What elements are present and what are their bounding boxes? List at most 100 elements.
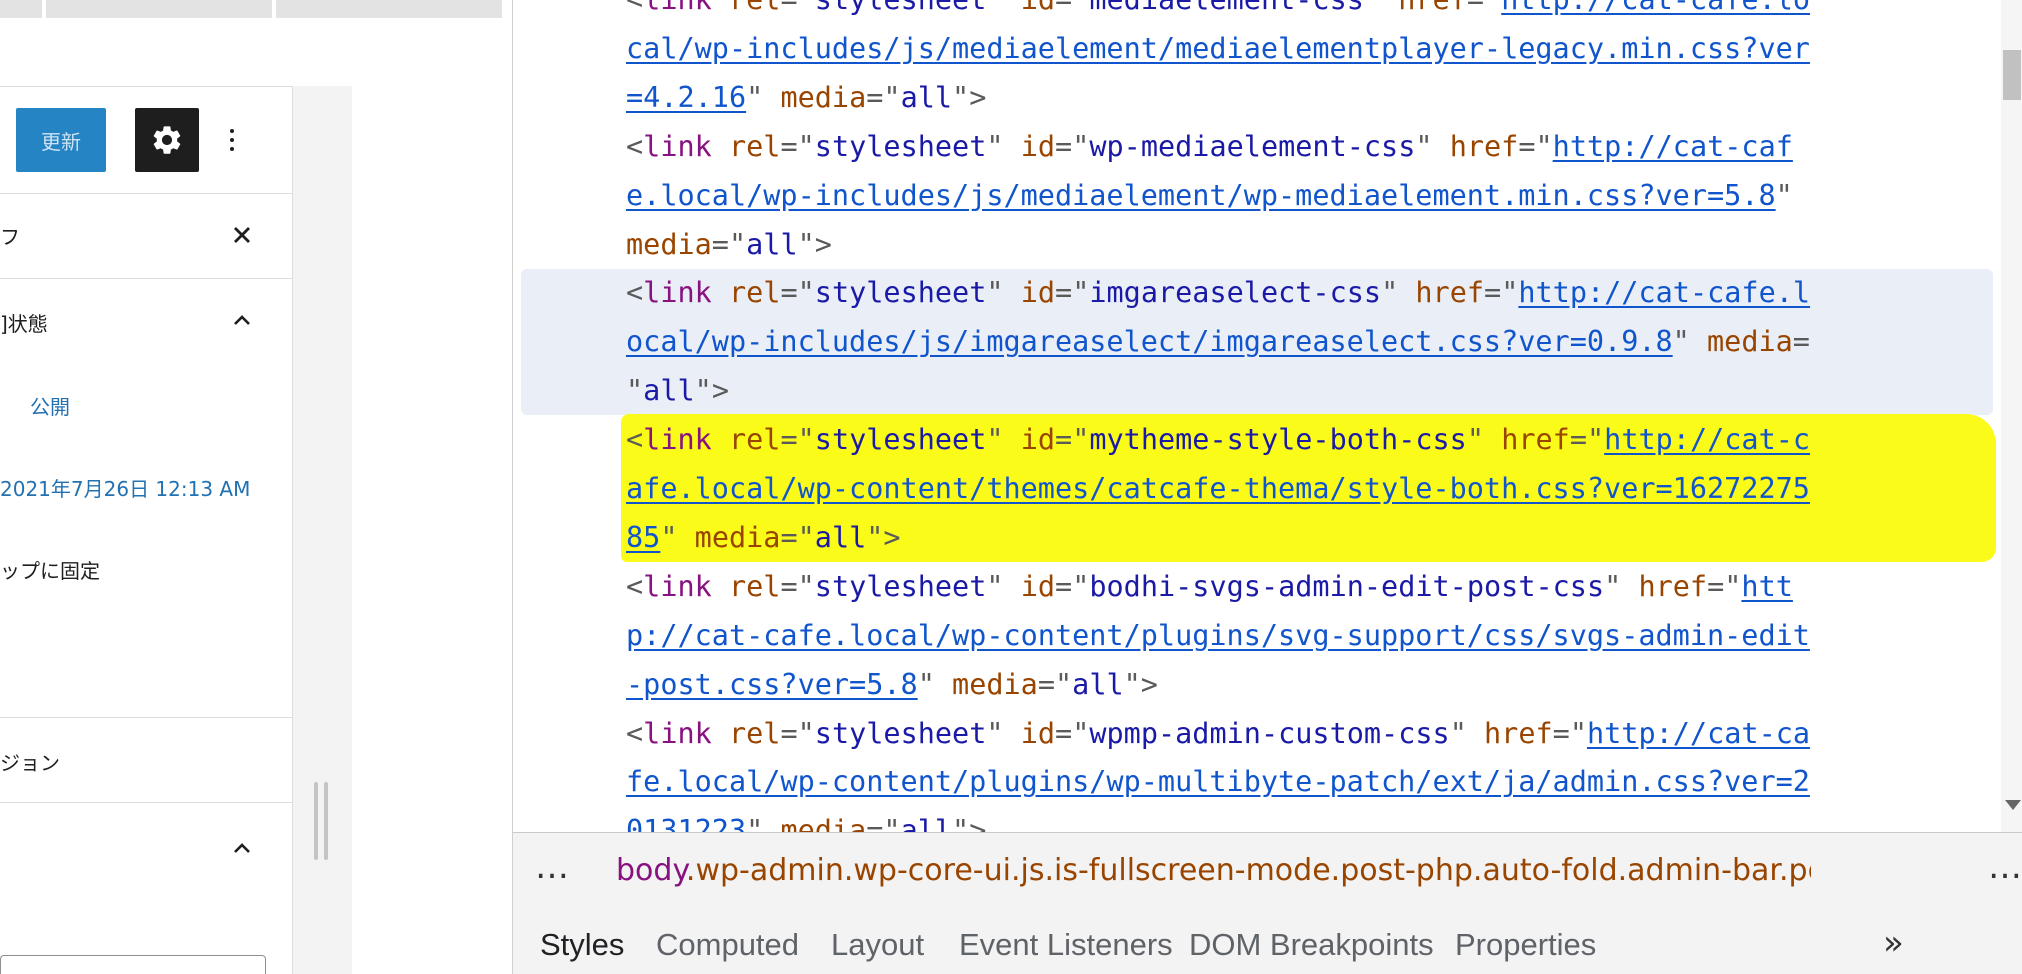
code-token: " (1604, 569, 1622, 603)
chevron-up-icon[interactable] (230, 309, 254, 333)
breadcrumb-overflow-right[interactable]: … (1988, 847, 2022, 887)
code-link-segment[interactable]: ocal/wp-includes/js/imgareaselect/imgare… (626, 325, 1673, 358)
code-token: " (986, 423, 1004, 457)
settings-button[interactable] (135, 108, 199, 172)
dom-code-line[interactable]: "all"> (626, 367, 729, 415)
sticky-checkbox-label[interactable]: ップに固定 (0, 555, 100, 584)
chevron-up-icon[interactable] (230, 837, 254, 861)
dom-code-line[interactable]: <link rel="stylesheet" id="mytheme-style… (626, 416, 1810, 464)
code-token: id (1003, 129, 1056, 163)
tab-properties[interactable]: Properties (1455, 927, 1596, 963)
code-token: " (1466, 423, 1485, 457)
code-token: =" (1055, 276, 1090, 310)
code-link-segment[interactable]: afe.local/wp-content/themes/catcafe-them… (626, 472, 1810, 505)
code-token: media (626, 227, 712, 261)
elements-dom-tree[interactable]: <link rel="stylesheet" id="mediaelement-… (513, 0, 2001, 832)
vertical-scrollbar[interactable] (2001, 0, 2022, 832)
breadcrumb-tag: body (616, 853, 686, 888)
code-token: id (1003, 716, 1056, 750)
dom-code-line[interactable]: afe.local/wp-content/themes/catcafe-them… (626, 465, 1810, 513)
code-token: " (986, 716, 1004, 750)
code-link-segment[interactable]: htt (1741, 570, 1792, 603)
code-token: link (643, 0, 712, 16)
code-link-segment[interactable]: http://cat-cafe.l (1518, 276, 1810, 309)
code-link-segment[interactable]: fe.local/wp-content/plugins/wp-multibyte… (626, 765, 1810, 798)
code-token: =" (711, 227, 747, 261)
tab-layout[interactable]: Layout (831, 927, 924, 963)
tab-computed[interactable]: Computed (656, 927, 799, 963)
dom-code-line[interactable]: =4.2.16" media="all"> (626, 74, 986, 122)
code-token: id (1003, 569, 1056, 603)
dom-code-line[interactable]: 0131223" media="all"> (626, 807, 986, 832)
code-token: =" (1055, 129, 1090, 163)
more-dot (230, 129, 234, 133)
code-token: =" (780, 569, 815, 603)
tab-event-listeners[interactable]: Event Listeners (959, 927, 1173, 963)
code-token: imgareaselect-css (1089, 276, 1382, 310)
code-token: < (626, 276, 644, 310)
dom-code-line[interactable]: p://cat-cafe.local/wp-content/plugins/sv… (626, 612, 1810, 660)
close-icon[interactable] (228, 221, 256, 249)
code-link-segment[interactable]: cal/wp-includes/js/mediaelement/mediaele… (626, 32, 1810, 65)
update-button[interactable]: 更新 (16, 108, 106, 172)
code-link-segment[interactable]: http://cat-c (1604, 423, 1810, 456)
code-token: media (677, 520, 781, 554)
scrollbar-thumb[interactable] (2003, 50, 2021, 100)
code-token: rel (711, 276, 781, 310)
code-link-segment[interactable]: =4.2.16 (626, 81, 746, 114)
revisions-label[interactable]: ジョン (0, 747, 60, 776)
code-token: " (986, 276, 1004, 310)
code-token: "> (952, 814, 987, 832)
scroll-down-arrow-icon[interactable] (2005, 800, 2021, 810)
tab-styles[interactable]: Styles (540, 927, 624, 963)
tab-dom-breakpoints[interactable]: DOM Breakpoints (1189, 927, 1434, 963)
code-token: media (763, 814, 867, 832)
code-token: =" (866, 814, 901, 832)
code-link-segment[interactable]: http://cat-cafe.lo (1501, 0, 1810, 16)
dom-code-line[interactable]: -post.css?ver=5.8" media="all"> (626, 661, 1158, 709)
code-token: link (643, 276, 712, 310)
dom-code-line[interactable]: ocal/wp-includes/js/imgareaselect/imgare… (626, 318, 1810, 366)
code-token: "> (694, 374, 729, 408)
panel-resize-handle[interactable] (314, 782, 332, 860)
code-token: all (900, 80, 953, 114)
revisions-row[interactable]: ジョン (0, 718, 292, 803)
dom-code-line[interactable]: <link rel="stylesheet" id="wp-mediaeleme… (626, 123, 1793, 171)
code-token: link (643, 129, 712, 163)
code-link-segment[interactable]: e.local/wp-includes/js/mediaelement/wp-m… (626, 179, 1776, 212)
code-link-segment[interactable]: p://cat-cafe.local/wp-content/plugins/sv… (626, 619, 1810, 652)
dom-code-line[interactable]: cal/wp-includes/js/mediaelement/mediaele… (626, 25, 1810, 73)
status-panel-heading[interactable]: ]状態 (0, 308, 48, 337)
dom-code-line[interactable]: <link rel="stylesheet" id="imgareaselect… (626, 269, 1810, 317)
code-token: all (746, 227, 798, 261)
dom-code-line[interactable]: e.local/wp-includes/js/mediaelement/wp-m… (626, 172, 1793, 220)
code-link-segment[interactable]: -post.css?ver=5.8 (626, 668, 918, 701)
publish-date-link[interactable]: 2021年7月26日 12:13 AM (0, 473, 250, 502)
more-tabs-chevron-icon[interactable]: » (1883, 923, 1904, 963)
sidebar-tab-label[interactable]: フ (0, 221, 20, 250)
dom-code-line[interactable]: fe.local/wp-content/plugins/wp-multibyte… (626, 758, 1810, 806)
code-token: link (643, 716, 712, 750)
dom-code-line[interactable]: <link rel="stylesheet" id="wpmp-admin-cu… (626, 710, 1810, 758)
code-token: =" (1055, 0, 1089, 16)
code-token: " (746, 814, 764, 832)
sidebar-text-input[interactable] (0, 955, 266, 974)
breadcrumb-overflow-left[interactable]: … (535, 847, 570, 887)
dom-code-line[interactable]: <link rel="stylesheet" id="bodhi-svgs-ad… (626, 563, 1793, 611)
code-token: href (1432, 129, 1519, 163)
code-link-segment[interactable]: http://cat-caf (1553, 130, 1793, 163)
dom-code-line[interactable]: media="all"> (626, 221, 832, 269)
more-options-button[interactable] (220, 117, 244, 163)
dom-code-line[interactable]: <link rel="stylesheet" id="mediaelement-… (626, 0, 1810, 24)
code-token: "> (866, 520, 901, 554)
code-link-segment[interactable]: 85 (626, 521, 660, 554)
code-link-segment[interactable]: http://cat-ca (1587, 717, 1810, 750)
code-token: =" (1467, 0, 1501, 16)
code-token: "> (1123, 667, 1158, 701)
visibility-link[interactable]: 公開 (30, 391, 70, 420)
dom-code-line[interactable]: 85" media="all"> (626, 514, 901, 562)
breadcrumb-body-node[interactable]: body.wp-admin.wp-core-ui.js.is-fullscree… (616, 853, 1811, 888)
code-link-segment[interactable]: 0131223 (626, 814, 746, 832)
code-token: =" (780, 129, 815, 163)
status-panel: ]状態 公開 2021年7月26日 12:13 AM ップに固定 (0, 279, 292, 718)
